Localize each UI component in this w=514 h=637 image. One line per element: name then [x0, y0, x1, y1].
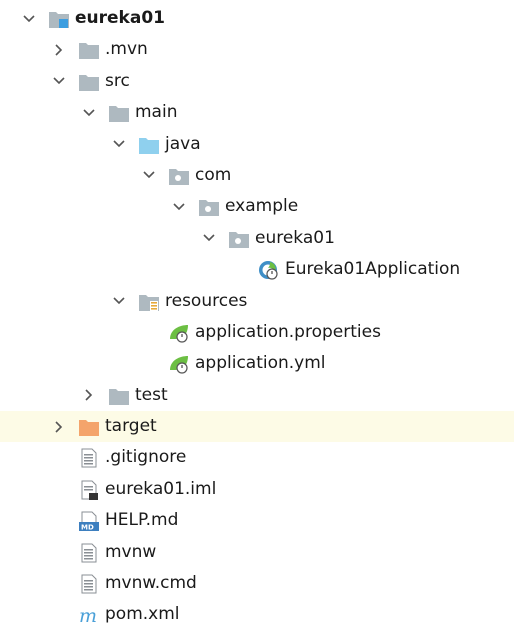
tree-row[interactable]: target	[0, 411, 514, 443]
tree-row[interactable]: mvnw	[0, 537, 514, 568]
spring-class-icon	[258, 260, 280, 280]
chevron-down-icon[interactable]	[112, 129, 126, 160]
tree-item-label: resources	[165, 290, 248, 311]
package-icon	[228, 229, 250, 249]
text-file-icon	[78, 543, 100, 563]
tree-item-label: application.yml	[195, 353, 326, 374]
tree-row[interactable]: eureka01.iml	[0, 474, 514, 505]
tree-item-label: .gitignore	[105, 447, 187, 468]
chevron-down-icon[interactable]	[142, 160, 156, 191]
tree-item-label: java	[165, 133, 201, 154]
chevron-down-icon[interactable]	[202, 223, 216, 254]
folder-icon	[108, 103, 130, 123]
tree-row[interactable]: src	[0, 66, 514, 97]
markdown-file-icon: MD	[78, 511, 100, 532]
text-file-icon	[78, 448, 100, 468]
tree-row[interactable]: com	[0, 160, 514, 191]
tree-row[interactable]: main	[0, 97, 514, 128]
chevron-down-icon[interactable]	[52, 66, 66, 97]
tree-row[interactable]: eureka01	[0, 223, 514, 254]
tree-item-label: mvnw	[105, 541, 157, 562]
tree-item-label: application.properties	[195, 321, 381, 342]
package-icon	[198, 197, 220, 217]
spring-config-icon	[168, 354, 190, 374]
folder-icon	[78, 40, 100, 60]
svg-text:m: m	[79, 605, 97, 625]
tree-row[interactable]: eureka01	[0, 3, 514, 34]
tree-item-label: src	[105, 70, 130, 91]
svg-text:MD: MD	[81, 524, 94, 532]
tree-row[interactable]: m pom.xml	[0, 599, 514, 630]
tree-item-label: test	[135, 384, 168, 405]
tree-item-label: eureka01.iml	[105, 478, 217, 499]
chevron-down-icon[interactable]	[172, 191, 186, 222]
tree-row[interactable]: .gitignore	[0, 442, 514, 473]
folder-source-icon	[138, 135, 160, 155]
tree-item-label: pom.xml	[105, 604, 180, 625]
chevron-down-icon[interactable]	[22, 3, 36, 34]
tree-row[interactable]: mvnw.cmd	[0, 568, 514, 599]
tree-row[interactable]: example	[0, 191, 514, 222]
tree-row[interactable]: .mvn	[0, 34, 514, 65]
tree-row[interactable]: MD HELP.md	[0, 505, 514, 536]
tree-item-label: eureka01	[75, 8, 165, 28]
chevron-right-icon[interactable]	[82, 380, 96, 411]
chevron-right-icon[interactable]	[52, 411, 66, 442]
tree-item-label: eureka01	[255, 227, 335, 248]
tree-item-label: .mvn	[105, 39, 148, 60]
tree-item-label: mvnw.cmd	[105, 573, 197, 594]
module-icon	[48, 9, 70, 29]
tree-row[interactable]: Eureka01Application	[0, 254, 514, 285]
tree-row[interactable]: test	[0, 380, 514, 411]
chevron-down-icon[interactable]	[82, 97, 96, 128]
iml-file-icon	[78, 480, 100, 500]
folder-icon	[108, 386, 130, 406]
tree-item-label: HELP.md	[105, 510, 179, 531]
package-icon	[168, 166, 190, 186]
chevron-down-icon[interactable]	[112, 286, 126, 317]
folder-resources-icon	[138, 292, 160, 312]
tree-item-label: Eureka01Application	[285, 259, 461, 280]
maven-file-icon: m	[78, 605, 100, 627]
chevron-right-icon[interactable]	[52, 34, 66, 65]
spring-config-icon	[168, 323, 190, 343]
folder-excluded-icon	[78, 417, 100, 437]
tree-item-label: example	[225, 196, 299, 217]
folder-icon	[78, 72, 100, 92]
tree-row[interactable]: application.properties	[0, 317, 514, 348]
tree-row[interactable]: application.yml	[0, 348, 514, 379]
tree-item-label: com	[195, 164, 232, 185]
tree-item-label: target	[105, 416, 157, 437]
text-file-icon	[78, 574, 100, 594]
tree-row[interactable]: resources	[0, 286, 514, 317]
project-tree: eureka01 .mvn src main java com example eureka0…	[0, 3, 514, 631]
tree-row[interactable]: java	[0, 129, 514, 160]
tree-item-label: main	[135, 102, 178, 123]
